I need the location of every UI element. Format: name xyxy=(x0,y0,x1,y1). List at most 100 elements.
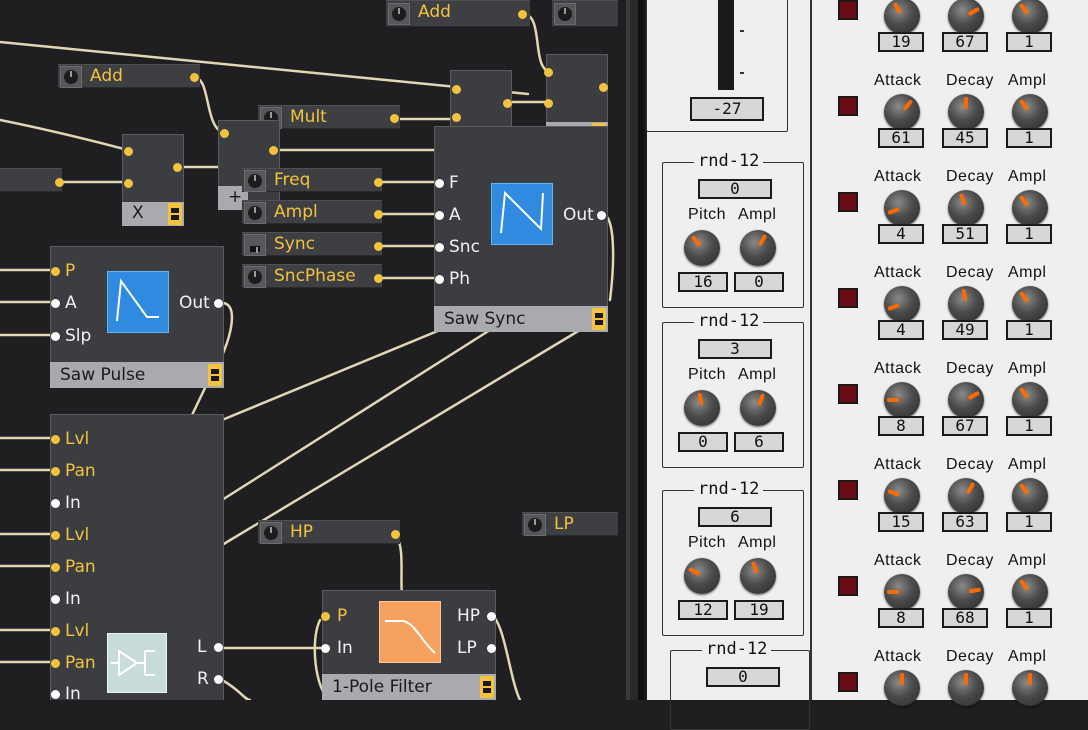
pane-divider[interactable] xyxy=(626,0,644,700)
attack-knob[interactable] xyxy=(884,286,920,322)
port-lp[interactable] xyxy=(487,644,496,653)
port-in[interactable] xyxy=(51,595,60,604)
port-dot[interactable] xyxy=(390,114,399,123)
ampl-knob[interactable] xyxy=(1012,670,1048,706)
port-in[interactable] xyxy=(321,644,330,653)
ampl-knob[interactable] xyxy=(1012,0,1048,34)
port-dot[interactable] xyxy=(503,99,512,108)
menu-button[interactable] xyxy=(208,364,222,386)
attack-knob[interactable] xyxy=(884,574,920,610)
knob-icon[interactable] xyxy=(60,66,82,88)
filter-footer[interactable]: 1-Pole Filter xyxy=(322,674,496,700)
decay-knob[interactable] xyxy=(948,670,984,706)
port-pan[interactable] xyxy=(51,467,60,476)
sync-label[interactable]: Sync xyxy=(242,232,382,256)
menu-button[interactable] xyxy=(168,203,182,225)
port-l[interactable] xyxy=(214,643,223,652)
knob-icon[interactable] xyxy=(260,522,282,544)
attack-knob[interactable] xyxy=(884,94,920,130)
decay-knob[interactable] xyxy=(948,478,984,514)
ampl-knob[interactable] xyxy=(740,558,776,594)
add-left-label[interactable]: Add xyxy=(58,64,200,88)
port-pan[interactable] xyxy=(51,659,60,668)
pitch-knob[interactable] xyxy=(684,558,720,594)
port-dot[interactable] xyxy=(452,113,461,122)
envelope-trigger-led[interactable] xyxy=(838,480,858,500)
port-lvl[interactable] xyxy=(51,627,60,636)
pitch-knob[interactable] xyxy=(684,390,720,426)
envelope-trigger-led[interactable] xyxy=(838,0,858,20)
knob-icon[interactable] xyxy=(244,170,266,192)
port-dot[interactable] xyxy=(374,242,383,251)
port-a[interactable] xyxy=(51,299,60,308)
sncphase-label[interactable]: SncPhase xyxy=(242,264,382,288)
envelope-trigger-led[interactable] xyxy=(838,672,858,692)
top-right-label[interactable] xyxy=(552,0,618,27)
saw-pulse-footer[interactable]: Saw Pulse xyxy=(50,362,224,388)
structure-view[interactable]: Add Add Mult X + X xyxy=(0,0,628,700)
pitch-knob[interactable] xyxy=(684,230,720,266)
knob-icon[interactable] xyxy=(554,3,576,25)
switch-icon[interactable] xyxy=(244,234,266,256)
saw-sync-footer[interactable]: Saw Sync xyxy=(434,306,608,332)
decay-knob[interactable] xyxy=(948,574,984,610)
port-dot[interactable] xyxy=(55,178,64,187)
port-p[interactable] xyxy=(51,267,60,276)
port-dot[interactable] xyxy=(544,68,553,77)
saw-sync-module[interactable]: F A Snc Ph Out xyxy=(434,126,608,332)
add-top-label[interactable]: Add xyxy=(386,0,530,27)
ampl-knob[interactable] xyxy=(1012,574,1048,610)
freq-label[interactable]: Freq xyxy=(242,168,382,192)
knob-icon[interactable] xyxy=(388,3,410,25)
port-lvl[interactable] xyxy=(51,435,60,444)
decay-knob[interactable] xyxy=(948,0,984,34)
port-dot[interactable] xyxy=(124,147,133,156)
ampl-knob[interactable] xyxy=(1012,382,1048,418)
ampl-knob[interactable] xyxy=(1012,190,1048,226)
decay-knob[interactable] xyxy=(948,94,984,130)
attack-knob[interactable] xyxy=(884,190,920,226)
ampl-knob[interactable] xyxy=(1012,478,1048,514)
envelope-trigger-led[interactable] xyxy=(838,576,858,596)
port-in[interactable] xyxy=(51,690,60,699)
attack-knob[interactable] xyxy=(884,670,920,706)
panel-view[interactable]: -27 rnd-12 0 Pitch Ampl 16 0 rnd-12 3 Pitch Ampl 0… xyxy=(644,0,1088,730)
port-dot[interactable] xyxy=(391,530,400,539)
envelope-trigger-led[interactable] xyxy=(838,96,858,116)
attack-knob[interactable] xyxy=(884,0,920,34)
mixer-module[interactable]: Lvl Pan In Lvl Pan In Lvl Pan In L R xyxy=(50,414,224,700)
port-in[interactable] xyxy=(51,499,60,508)
envelope-trigger-led[interactable] xyxy=(838,288,858,308)
knob-icon[interactable] xyxy=(244,266,266,288)
decay-knob[interactable] xyxy=(948,286,984,322)
port-dot[interactable] xyxy=(124,179,133,188)
port-ph[interactable] xyxy=(435,275,444,284)
port-snc[interactable] xyxy=(435,243,444,252)
port-f[interactable] xyxy=(435,179,444,188)
ampl-knob[interactable] xyxy=(1012,286,1048,322)
knob-icon[interactable] xyxy=(524,514,546,536)
decay-knob[interactable] xyxy=(948,190,984,226)
port-dot[interactable] xyxy=(173,163,182,172)
port-dot[interactable] xyxy=(269,146,278,155)
envelope-trigger-led[interactable] xyxy=(838,192,858,212)
port-slp[interactable] xyxy=(51,332,60,341)
hp-label[interactable]: HP xyxy=(258,520,400,544)
port-dot[interactable] xyxy=(544,99,553,108)
port-dot[interactable] xyxy=(190,73,199,82)
ampl-knob[interactable] xyxy=(740,390,776,426)
menu-button[interactable] xyxy=(592,308,606,330)
ampl-label[interactable]: Ampl xyxy=(242,200,382,224)
lp-label[interactable]: LP xyxy=(522,512,618,536)
port-hp[interactable] xyxy=(487,612,496,621)
port-out[interactable] xyxy=(597,211,606,220)
port-a[interactable] xyxy=(435,211,444,220)
port-dot[interactable] xyxy=(599,83,608,92)
menu-button[interactable] xyxy=(480,676,494,698)
fader-track[interactable] xyxy=(718,0,734,90)
port-dot[interactable] xyxy=(374,178,383,187)
port-r[interactable] xyxy=(214,675,223,684)
port-dot[interactable] xyxy=(518,10,527,19)
ampl-knob[interactable] xyxy=(740,230,776,266)
attack-knob[interactable] xyxy=(884,382,920,418)
